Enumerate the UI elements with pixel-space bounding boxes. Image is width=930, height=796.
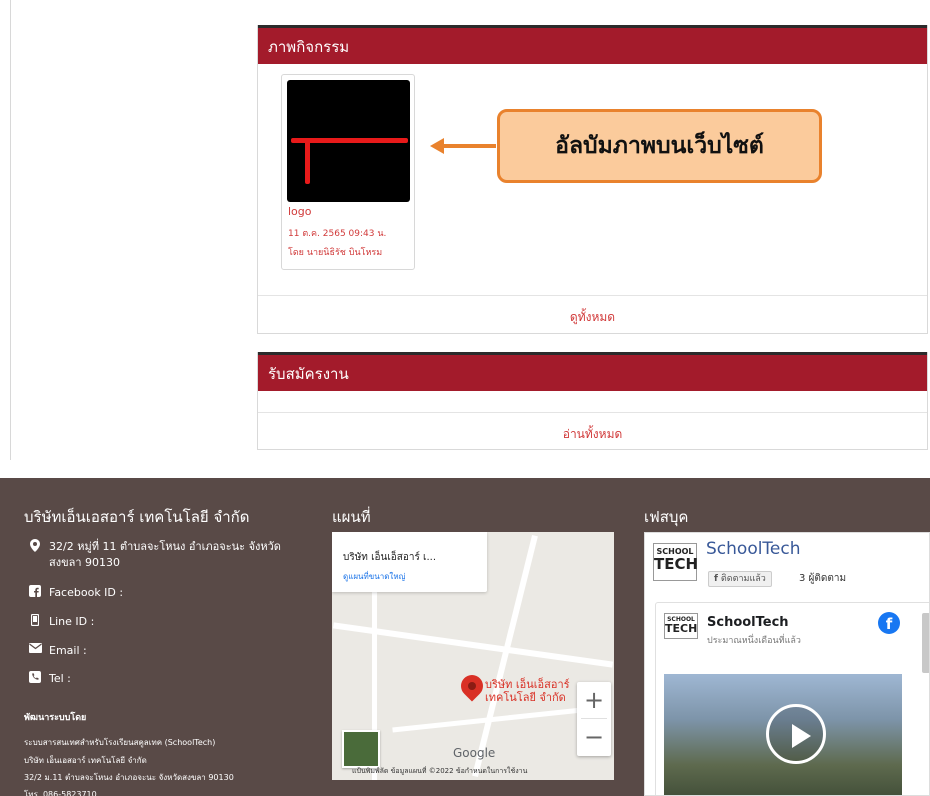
email-label: Email :: [49, 644, 87, 657]
company-heading: บริษัทเอ็นเอสอาร์ เทคโนโลยี จำกัด: [24, 508, 250, 526]
post-video[interactable]: [664, 674, 902, 795]
developer-line-1: ระบบสารสนเทศสำหรับโรงเรียนสคูลเทค (Schoo…: [24, 738, 216, 747]
developer-heading: พัฒนาระบบโดย: [24, 713, 87, 723]
album-title-link[interactable]: logo: [288, 205, 312, 218]
line-id-row: Line ID :: [28, 613, 95, 630]
footer: บริษัทเอ็นเอสอาร์ เทคโนโลยี จำกัด 32/2 ห…: [0, 478, 930, 796]
facebook-heading: เฟสบุค: [644, 508, 689, 526]
post-time[interactable]: ประมาณหนึ่งเดือนที่แล้ว: [707, 633, 801, 647]
tel-label: Tel :: [49, 672, 71, 685]
facebook-id-label: Facebook ID :: [49, 586, 124, 599]
developer-line-3: 32/2 ม.11 ตำบลจะโหนง อำเภอจะนะ จังหวัดสง…: [24, 773, 234, 782]
album-date: 11 ต.ค. 2565 09:43 น.: [288, 229, 387, 239]
phone-icon: [28, 671, 42, 686]
zoom-in-button[interactable]: +: [577, 682, 611, 718]
facebook-logo-icon[interactable]: f: [878, 612, 900, 634]
read-all-link[interactable]: อ่านทั้งหมด: [258, 412, 927, 450]
mobile-icon: [28, 613, 42, 629]
developer-line-2: บริษัท เอ็นเอสอาร์ เทคโนโลยี จำกัด: [24, 756, 147, 765]
album-author: โดย นายนิธิรัช บินโหรม: [288, 248, 383, 258]
thumbnail-logo-stem: [305, 138, 310, 184]
map-heading: แผนที่: [332, 508, 371, 526]
facebook-square-icon: [28, 585, 42, 600]
satellite-view-toggle[interactable]: [342, 730, 380, 768]
embedded-map[interactable]: บริษัท เอ็นเอ็สอาร์ เ... ดูแผนที่ขนาดใหญ…: [332, 532, 614, 780]
envelope-icon: [28, 643, 42, 656]
line-id-label: Line ID :: [49, 615, 95, 628]
address-row: 32/2 หมู่ที่ 11 ตำบลจะโหนง อำเภอจะนะ จัง…: [28, 539, 281, 571]
play-icon[interactable]: [766, 704, 826, 764]
map-marker-icon: [28, 539, 42, 555]
facebook-small-icon: f: [714, 574, 718, 584]
jobs-heading: รับสมัครงาน: [258, 352, 927, 391]
view-all-link[interactable]: ดูทั้งหมด: [258, 295, 927, 333]
post-author[interactable]: SchoolTech: [707, 615, 789, 630]
facebook-page-widget: SCHOOL TECH SchoolTech f ติดตามแล้ว 3 ผู้…: [644, 532, 930, 796]
tel-row: Tel :: [28, 671, 71, 687]
map-pin-icon[interactable]: [456, 670, 488, 702]
album-card[interactable]: logo 11 ต.ค. 2565 09:43 น. โดย นายนิธิรั…: [281, 74, 415, 270]
follow-button[interactable]: f ติดตามแล้ว: [708, 571, 772, 587]
facebook-page-name[interactable]: SchoolTech: [706, 539, 801, 559]
page: ภาพกิจกรรม logo 11 ต.ค. 2565 09:43 น. โด…: [0, 0, 930, 796]
map-marker-label: บริษัท เอ็นเอ็สอาร์ เทคโนโลยี จำกัด: [485, 678, 570, 704]
activity-photos-heading: ภาพกิจกรรม: [258, 25, 927, 64]
zoom-out-button[interactable]: −: [577, 719, 611, 755]
post-avatar[interactable]: SCHOOL TECH: [664, 613, 698, 639]
facebook-post: SCHOOL TECH SchoolTech ประมาณหนึ่งเดือนท…: [655, 602, 929, 795]
developer-line-4: โทร. 086-5823710: [24, 790, 97, 796]
email-row: Email :: [28, 643, 87, 659]
followers-count: 3 ผู้ติดตาม: [799, 573, 847, 584]
scrollbar-thumb[interactable]: [922, 613, 929, 673]
map-attribution[interactable]: แป้นพิมพ์ลัด ข้อมูลแผนที่ ©2022 ข้อกำหนด…: [352, 766, 527, 777]
map-place-title: บริษัท เอ็นเอ็สอาร์ เ...: [343, 552, 436, 563]
callout-arrow-shaft: [442, 144, 496, 148]
larger-map-link[interactable]: ดูแผนที่ขนาดใหญ่: [343, 570, 405, 583]
facebook-id-row: Facebook ID :: [28, 585, 123, 601]
callout-box: อัลบัมภาพบนเว็บไซต์: [497, 109, 822, 183]
left-border-line: [10, 0, 11, 460]
google-logo: Google: [453, 746, 496, 760]
callout-arrow-icon: [430, 138, 444, 154]
jobs-body: [258, 391, 927, 412]
address-line-2: สงขลา 90130: [49, 556, 121, 569]
address-line-1: 32/2 หมู่ที่ 11 ตำบลจะโหนง อำเภอจะนะ จัง…: [49, 540, 281, 553]
map-zoom-controls: + −: [577, 682, 611, 756]
album-thumbnail[interactable]: [287, 80, 410, 202]
map-place-card: บริษัท เอ็นเอ็สอาร์ เ... ดูแผนที่ขนาดใหญ…: [332, 532, 487, 592]
jobs-panel: รับสมัครงาน อ่านทั้งหมด: [257, 352, 928, 450]
schooltech-logo[interactable]: SCHOOL TECH: [653, 543, 698, 581]
